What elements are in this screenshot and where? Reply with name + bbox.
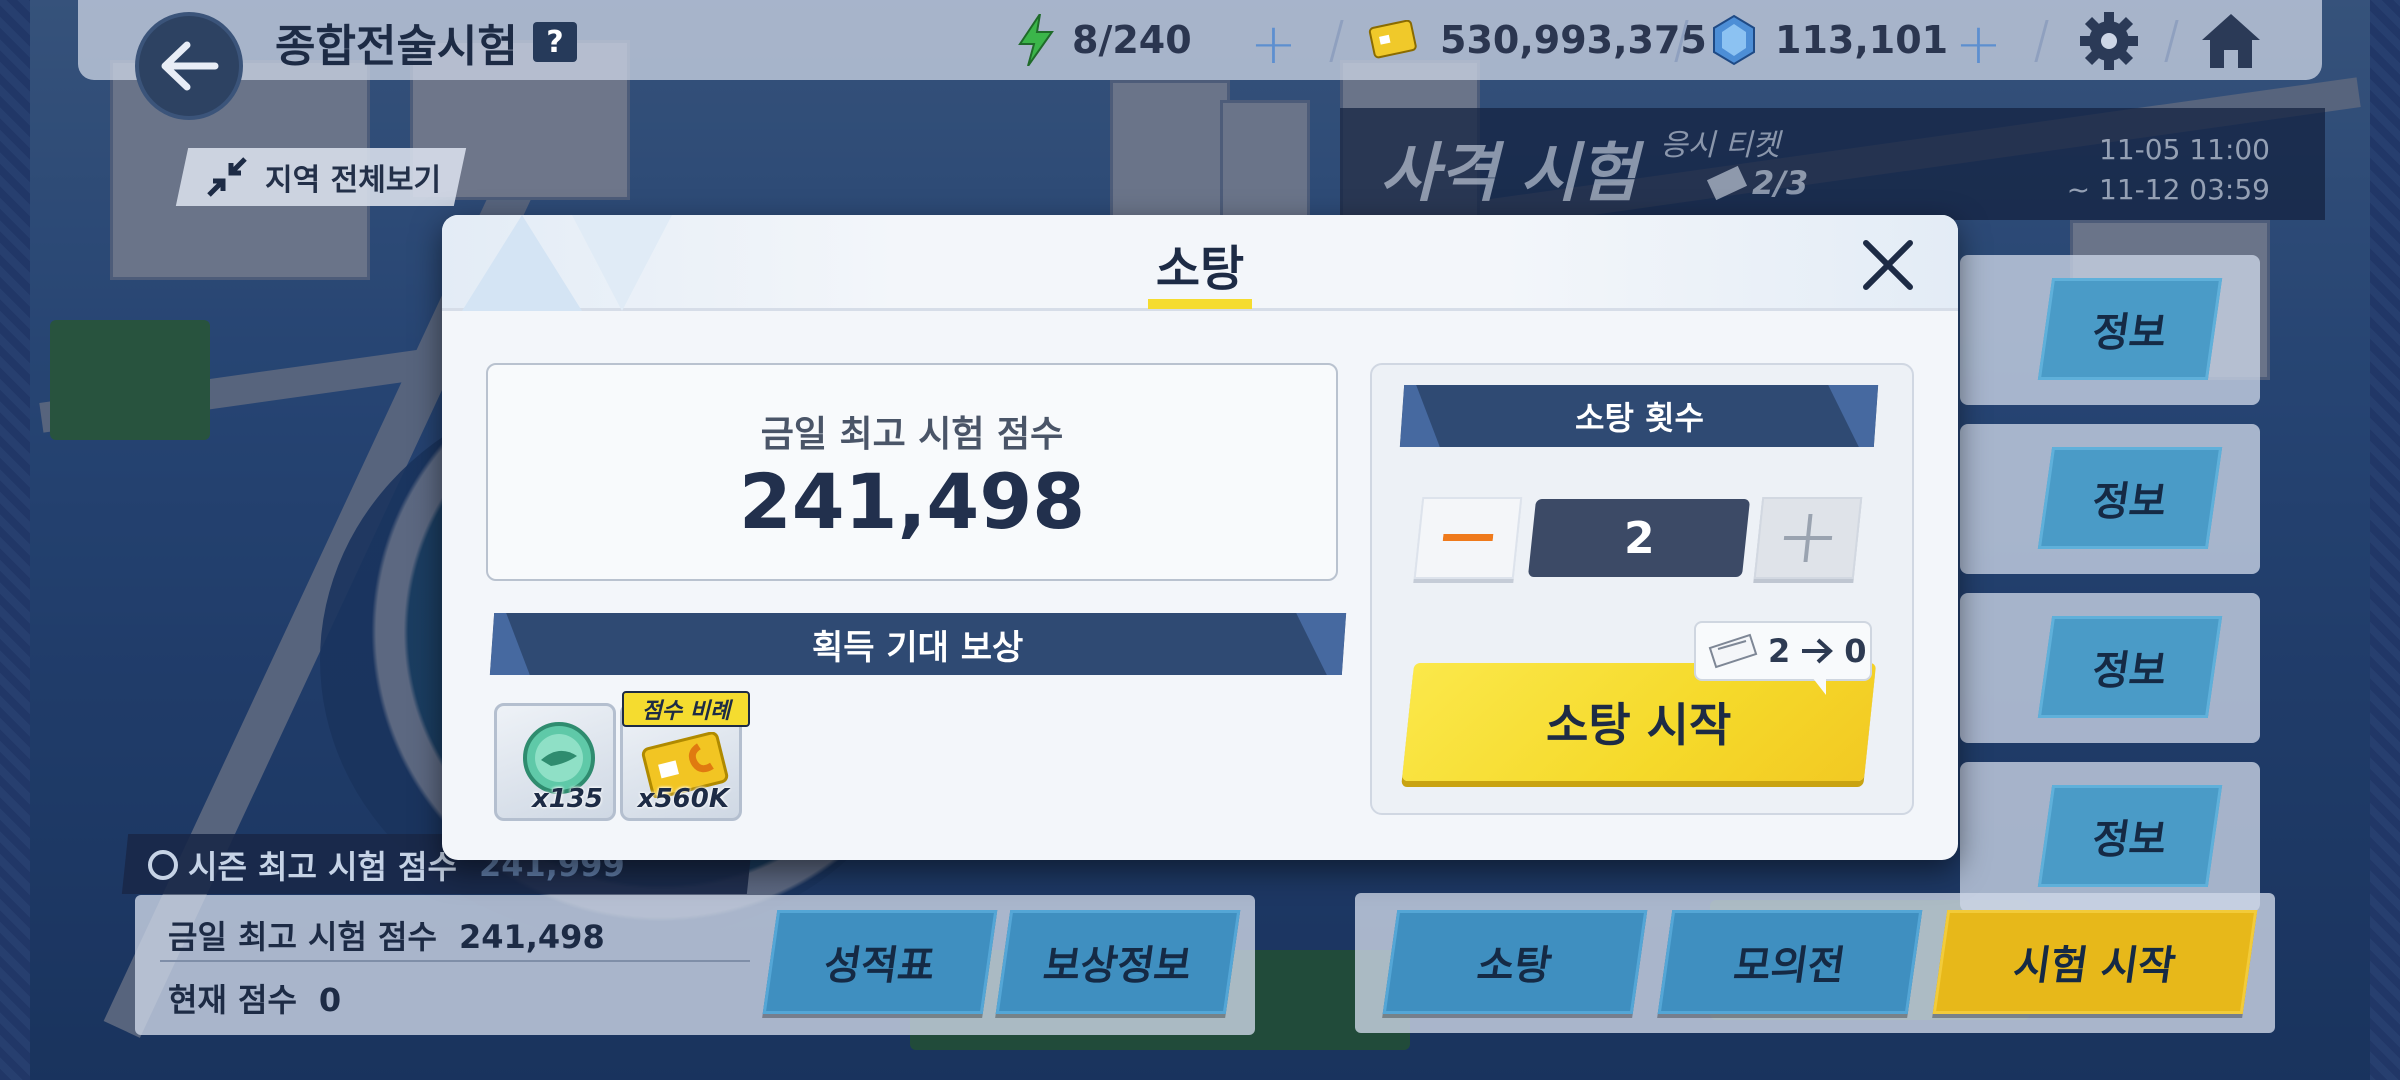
reward-info-button[interactable]: 보상정보 [995, 910, 1241, 1014]
current-score-label: 현재 점수 [168, 981, 297, 1019]
today-best-label: 금일 최고 시험 점수 [168, 918, 437, 956]
reward-quantity: x560K [637, 784, 729, 814]
back-button[interactable] [135, 12, 243, 120]
back-arrow-icon [161, 41, 219, 91]
mock-battle-button[interactable]: 모의전 [1657, 910, 1923, 1014]
start-exam-button[interactable]: 시험 시작 [1932, 910, 2258, 1014]
ticket-icon [1708, 633, 1758, 669]
event-title: 사격 시험 [1380, 137, 1638, 211]
minus-icon [1442, 534, 1494, 541]
start-sweep-label: 소탕 시작 [1546, 698, 1732, 752]
sweep-count-value: 2 [1527, 499, 1751, 577]
home-icon[interactable] [2198, 10, 2264, 72]
ticket-before: 2 [1768, 632, 1791, 670]
current-score-value: 0 [318, 981, 342, 1019]
add-gems-button[interactable]: + [1955, 12, 2002, 77]
today-best-score: 금일 최고 시험 점수 241,498 [168, 912, 605, 958]
info-button[interactable]: 정보 [2037, 278, 2223, 380]
region-view-button[interactable]: 지역 전체보기 [205, 155, 441, 199]
ticket-after: 0 [1844, 632, 1867, 670]
event-period: 11-05 11:00 ~ 11-12 03:59 [2067, 130, 2270, 210]
gear-icon[interactable] [2078, 10, 2140, 72]
report-card-button[interactable]: 성적표 [762, 910, 998, 1014]
credits-value: 530,993,375 [1440, 18, 1707, 62]
season-best-label: 시즌 최고 시험 점수 [188, 848, 457, 886]
divider [160, 960, 750, 962]
expected-reward-label: 획득 기대 보상 [812, 627, 1024, 668]
info-button[interactable]: 정보 [2037, 616, 2223, 718]
info-button[interactable]: 정보 [2037, 785, 2223, 887]
close-icon [1863, 240, 1913, 290]
increase-count-button[interactable] [1753, 497, 1863, 579]
expected-reward-header: 획득 기대 보상 [489, 613, 1347, 675]
today-score-value: 241,498 [738, 457, 1086, 546]
score-proportional-badge: 점수 비례 [622, 691, 750, 727]
arrow-right-icon [1802, 638, 1834, 664]
today-score-label: 금일 최고 시험 점수 [760, 414, 1064, 455]
credit-icon [1368, 20, 1417, 59]
gem-icon [1713, 14, 1755, 66]
bubble-tail [1812, 677, 1826, 695]
ticket-label: 응시 티켓 [1660, 128, 1780, 163]
modal-title: 소탕 [1155, 241, 1245, 297]
ticket-cost-bubble: 2 0 [1694, 621, 1872, 681]
close-button[interactable] [1858, 235, 1918, 295]
today-best-value: 241,498 [458, 918, 605, 956]
plus-icon [1783, 514, 1833, 562]
add-stamina-button[interactable]: + [1250, 12, 1297, 77]
sweep-count-label: 소탕 횟수 [1574, 399, 1704, 437]
ticket-icon [1706, 165, 1748, 201]
event-start-date: 11-05 11:00 [2099, 133, 2270, 166]
stamina-bolt-icon [1018, 14, 1054, 66]
collapse-arrows-icon [207, 157, 247, 197]
today-score-box: 금일 최고 시험 점수 241,498 [486, 363, 1338, 581]
sweep-button[interactable]: 소탕 [1382, 910, 1648, 1014]
title-underline [1148, 299, 1252, 309]
reward-item[interactable]: x135 [494, 703, 616, 821]
gems-value: 113,101 [1775, 18, 1949, 62]
current-score: 현재 점수 0 [168, 975, 341, 1021]
event-end-date: ~ 11-12 03:59 [2066, 173, 2270, 206]
sweep-count-header: 소탕 횟수 [1399, 385, 1879, 447]
reward-quantity: x135 [531, 784, 603, 814]
stamina-value: 8/240 [1072, 18, 1192, 62]
ticket-count: 2/3 [1706, 164, 1808, 202]
medal-icon [148, 850, 178, 880]
decrease-count-button[interactable] [1413, 497, 1523, 579]
region-view-label: 지역 전체보기 [265, 163, 442, 198]
page-title: 종합전술시험 [275, 21, 518, 72]
info-button[interactable]: 정보 [2037, 447, 2223, 549]
sweep-modal: 소탕 금일 최고 시험 점수 241,498 획득 기대 보상 x135 x56… [442, 215, 1958, 860]
help-icon[interactable]: ? [533, 22, 577, 62]
